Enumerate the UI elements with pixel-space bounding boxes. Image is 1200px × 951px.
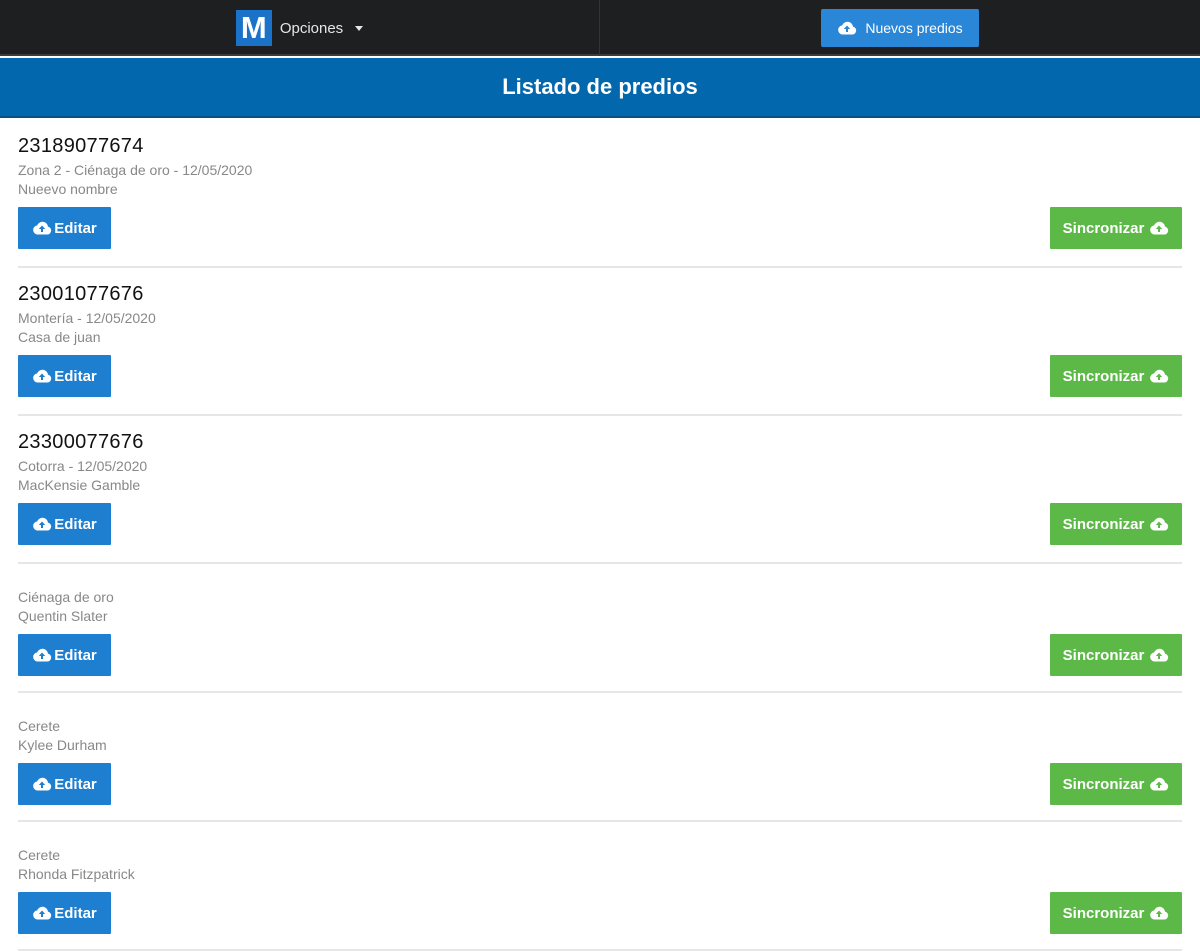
edit-button[interactable]: Editar bbox=[18, 763, 111, 805]
new-properties-button[interactable]: Nuevos predios bbox=[821, 9, 979, 47]
topbar-left-section: M Opciones bbox=[0, 0, 600, 56]
cloud-upload-icon bbox=[1150, 648, 1169, 662]
options-label: Opciones bbox=[279, 19, 344, 37]
property-location: Cerete bbox=[18, 847, 61, 863]
edit-button[interactable]: Editar bbox=[18, 892, 111, 934]
page-header: Listado de predios bbox=[0, 58, 1200, 118]
property-location: Cerete bbox=[18, 718, 61, 734]
edit-label: Editar bbox=[54, 775, 97, 793]
cloud-upload-icon bbox=[33, 221, 52, 235]
sync-label: Sincronizar bbox=[1062, 904, 1145, 922]
cloud-upload-icon bbox=[33, 517, 52, 531]
edit-button[interactable]: Editar bbox=[18, 355, 111, 397]
property-code: 23300077676 bbox=[18, 431, 144, 453]
list-item: Cerete Rhonda Fitzpatrick Editar Sincron… bbox=[18, 822, 1182, 951]
list-item: Cerete Kylee Durham Editar Sincronizar bbox=[18, 693, 1182, 822]
options-dropdown[interactable]: Opciones bbox=[279, 19, 364, 37]
sync-label: Sincronizar bbox=[1062, 646, 1145, 664]
sync-label: Sincronizar bbox=[1062, 367, 1145, 385]
cloud-upload-icon bbox=[1150, 369, 1169, 383]
sync-button[interactable]: Sincronizar bbox=[1050, 355, 1182, 397]
edit-button[interactable]: Editar bbox=[18, 634, 111, 676]
property-location-date: Montería - 12/05/2020 bbox=[18, 310, 156, 326]
cloud-upload-icon bbox=[1150, 777, 1169, 791]
edit-label: Editar bbox=[54, 367, 97, 385]
properties-list: 23189077674 Zona 2 - Ciénaga de oro - 12… bbox=[0, 120, 1200, 951]
cloud-upload-icon bbox=[33, 369, 52, 383]
edit-button[interactable]: Editar bbox=[18, 503, 111, 545]
cloud-upload-icon bbox=[1150, 221, 1169, 235]
list-item: 23300077676 Cotorra - 12/05/2020 MacKens… bbox=[18, 416, 1182, 564]
property-name: Kylee Durham bbox=[18, 737, 107, 753]
property-name: Quentin Slater bbox=[18, 608, 108, 624]
app-logo: M bbox=[235, 10, 272, 46]
list-item: Ciénaga de oro Quentin Slater Editar Sin… bbox=[18, 564, 1182, 693]
sync-button[interactable]: Sincronizar bbox=[1050, 634, 1182, 676]
edit-label: Editar bbox=[54, 904, 97, 922]
list-item: 23189077674 Zona 2 - Ciénaga de oro - 12… bbox=[18, 120, 1182, 268]
property-location-date: Zona 2 - Ciénaga de oro - 12/05/2020 bbox=[18, 162, 253, 178]
page-title: Listado de predios bbox=[502, 74, 698, 99]
sync-label: Sincronizar bbox=[1062, 515, 1145, 533]
property-location-date: Cotorra - 12/05/2020 bbox=[18, 458, 148, 474]
sync-button[interactable]: Sincronizar bbox=[1050, 503, 1182, 545]
cloud-upload-icon bbox=[33, 777, 52, 791]
property-location: Ciénaga de oro bbox=[18, 589, 114, 605]
chevron-down-icon bbox=[355, 25, 364, 31]
cloud-upload-icon bbox=[33, 648, 52, 662]
edit-label: Editar bbox=[54, 219, 97, 237]
edit-button[interactable]: Editar bbox=[18, 207, 111, 249]
new-properties-label: Nuevos predios bbox=[865, 20, 963, 36]
sync-label: Sincronizar bbox=[1062, 775, 1145, 793]
edit-label: Editar bbox=[54, 515, 97, 533]
sync-button[interactable]: Sincronizar bbox=[1050, 892, 1182, 934]
cloud-upload-icon bbox=[1150, 906, 1169, 920]
property-name: Rhonda Fitzpatrick bbox=[18, 866, 135, 882]
cloud-upload-icon bbox=[838, 21, 857, 35]
list-item: 23001077676 Montería - 12/05/2020 Casa d… bbox=[18, 268, 1182, 416]
edit-label: Editar bbox=[54, 646, 97, 664]
topbar-right-section: Nuevos predios bbox=[600, 0, 1200, 56]
cloud-upload-icon bbox=[33, 906, 52, 920]
property-name: Nueevo nombre bbox=[18, 181, 118, 197]
property-name: MacKensie Gamble bbox=[18, 477, 141, 493]
cloud-upload-icon bbox=[1150, 517, 1169, 531]
sync-button[interactable]: Sincronizar bbox=[1050, 207, 1182, 249]
property-code: 23189077674 bbox=[18, 135, 144, 157]
property-name: Casa de juan bbox=[18, 329, 101, 345]
top-navigation-bar: M Opciones Nuevos predios bbox=[0, 0, 1200, 56]
sync-button[interactable]: Sincronizar bbox=[1050, 763, 1182, 805]
property-code: 23001077676 bbox=[18, 283, 144, 305]
sync-label: Sincronizar bbox=[1062, 219, 1145, 237]
